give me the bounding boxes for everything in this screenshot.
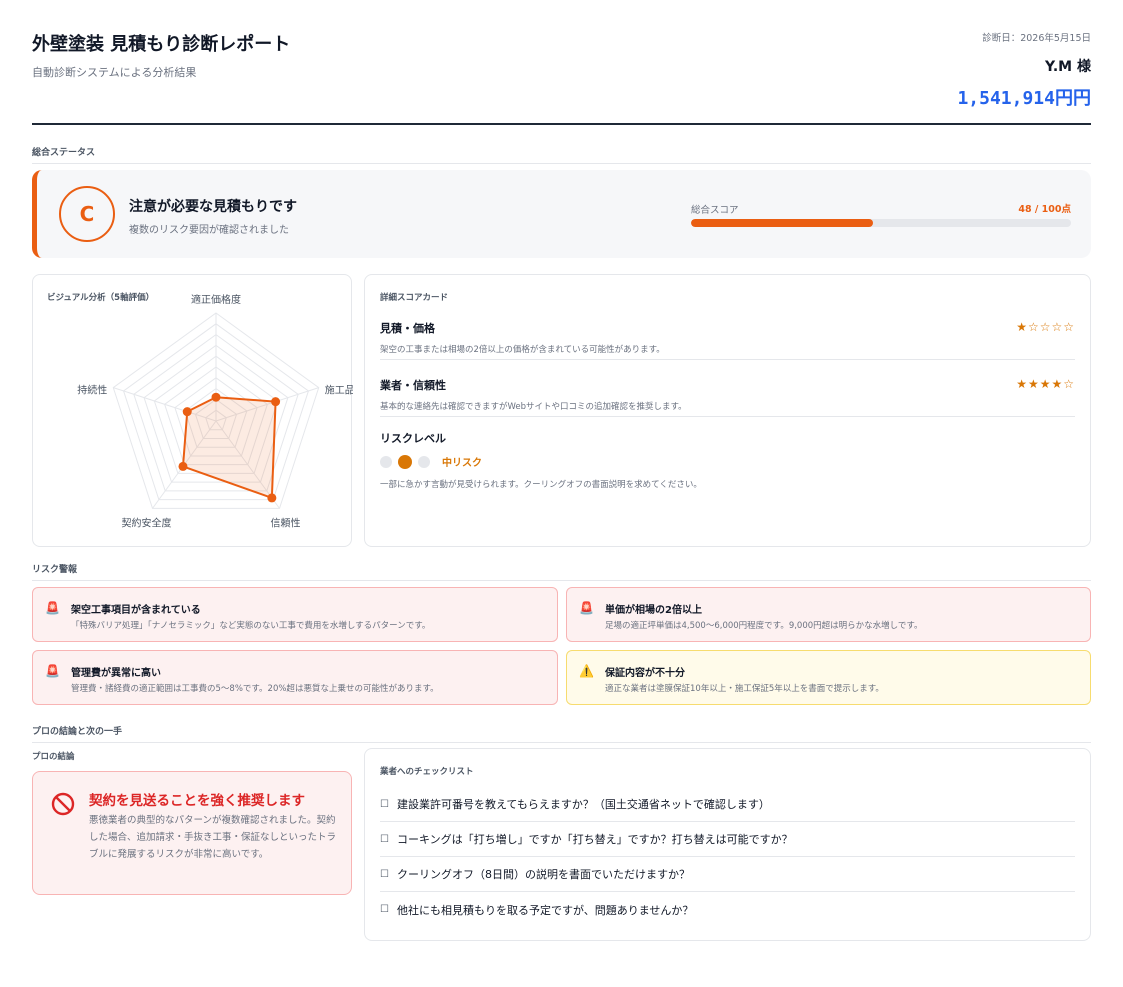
radar-data-point [271, 397, 281, 407]
risk-dot-low [380, 455, 392, 468]
alert-title: 管理費が異常に高い [71, 668, 161, 679]
risk-level-text: 中リスク [442, 458, 482, 469]
alert-card: 🚨 管理費が異常に高い 管理費・諸経費の適正範囲は工事費の5〜8%です。20%超… [32, 650, 558, 705]
radar-chart: 適正価格度施工品質信頼性 契約安全度 持続性 [77, 293, 353, 529]
header-meta: 診断日：2026年5月15日 Y.M 様 1,541,914円円 [957, 30, 1091, 110]
checklist-item[interactable]: ☐ 他社にも相見積もりを取る予定ですが、問題ありませんか？ [380, 892, 1075, 927]
siren-icon: 🚨 [45, 601, 60, 615]
report-subtitle: 自動診断システムによる分析結果 [32, 66, 197, 79]
score-progress-bar [691, 219, 1071, 227]
section-label-risks: リスク警報 [32, 562, 1091, 581]
score-card-title: 詳細スコアカード [380, 293, 449, 303]
status-subtitle: 複数のリスク要因が確認されました [129, 225, 289, 236]
alert-title: 単価が相場の2倍以上 [605, 605, 702, 616]
score-row-price: 見積・価格 ★☆☆☆☆ 架空の工事または相場の2倍以上の価格が含まれている可能性… [380, 303, 1075, 360]
checklist-item-text: コーキングは「打ち増し」ですか「打ち替え」ですか？打ち替えは可能ですか？ [396, 833, 793, 846]
alert-desc: 「特殊バリア処理」「ナノセラミック」など実態のない工事で費用を水増しするパターン… [71, 621, 431, 631]
radar-data-point [211, 392, 221, 402]
client-name: Y.M 様 [1045, 59, 1091, 75]
risk-level-block: リスクレベル 中リスク 一部に急かす言動が見受けられます。クーリングオフの書面説… [380, 417, 1075, 490]
star-rating: ★★★★☆ [1016, 377, 1075, 391]
radar-data-area [181, 396, 277, 500]
score-row-desc: 架空の工事または相場の2倍以上の価格が含まれている可能性があります。 [380, 345, 665, 355]
checklist-item[interactable]: ☐ コーキングは「打ち増し」ですか「打ち替え」ですか？打ち替えは可能ですか？ [380, 822, 1075, 857]
star-rating: ★☆☆☆☆ [1016, 320, 1075, 334]
report-title: 外壁塗装 見積もり診断レポート [32, 34, 291, 55]
score-row-desc: 基本的な連絡先は確認できますがWebサイトや口コミの追加確認を推奨します。 [380, 402, 687, 412]
alert-card: 🚨 架空工事項目が含まれている 「特殊バリア処理」「ナノセラミック」など実態のな… [32, 587, 558, 642]
radar-chart-card: 適正価格度施工品質信頼性 契約安全度 持続性 ビジュアル分析（5軸評価） [32, 274, 353, 547]
section-label-conclusion: プロの結論と次の一手 [32, 724, 1091, 743]
score-row-name: 業者・信頼性 [380, 379, 446, 392]
radar-data-point [182, 407, 192, 417]
radar-title: ビジュアル分析（5軸評価） [47, 293, 155, 303]
grade-badge: C [59, 186, 115, 242]
checkbox-icon[interactable]: ☐ [380, 799, 389, 810]
risk-dot-medium [398, 454, 412, 469]
verdict-card: 契約を見送ることを強く推奨します 悪徳業者の典型的なパターンが複数確認されました… [32, 771, 352, 895]
alert-card: 🚨 単価が相場の2倍以上 足場の適正坪単価は4,500〜6,000円程度です。9… [566, 587, 1091, 642]
alert-desc: 管理費・諸経費の適正範囲は工事費の5〜8%です。20%超は悪質な上乗せの可能性が… [71, 684, 439, 694]
checklist-item[interactable]: ☐ 建設業許可番号を教えてもらえますか？（国土交通省ネットで確認します） [380, 787, 1075, 822]
alert-title: 保証内容が不十分 [605, 668, 685, 679]
checklist-card: 業者へのチェックリスト ☐ 建設業許可番号を教えてもらえますか？（国土交通省ネッ… [364, 748, 1091, 941]
checkbox-icon[interactable]: ☐ [380, 904, 389, 915]
checkbox-icon[interactable]: ☐ [380, 834, 389, 845]
radar-axis-label: 持続性 [77, 384, 107, 397]
warning-icon: ⚠️ [579, 664, 594, 678]
alert-card-warning: ⚠️ 保証内容が不十分 適正な業者は塗膜保証10年以上・施工保証5年以上を書面で… [566, 650, 1091, 705]
score-detail-card: 詳細スコアカード 見積・価格 ★☆☆☆☆ 架空の工事または相場の2倍以上の価格が… [364, 274, 1091, 547]
score-label: 総合スコア [691, 205, 739, 216]
score-progress-fill [691, 219, 874, 227]
checklist-item[interactable]: ☐ クーリングオフ（8日間）の説明を書面でいただけますか？ [380, 857, 1075, 892]
radar-axis-label: 信頼性 [270, 516, 300, 529]
verdict-text: 悪徳業者の典型的なパターンが複数確認されました。契約した場合、追加請求・手抜き工… [89, 815, 337, 860]
radar-axis-label: 施工品質 [325, 384, 353, 397]
checklist-item-text: 建設業許可番号を教えてもらえますか？（国土交通省ネットで確認します） [396, 798, 770, 811]
risk-dot-high [418, 455, 430, 468]
siren-icon: 🚨 [45, 664, 60, 678]
radar-data-point [178, 461, 188, 471]
score-value: 48 / 100点 [1018, 204, 1071, 215]
risk-level-label: リスクレベル [380, 432, 446, 445]
siren-icon: 🚨 [579, 601, 594, 615]
diagnosis-date: 診断日：2026年5月15日 [982, 33, 1091, 44]
estimate-amount: 1,541,914円円 [957, 88, 1091, 109]
status-card: C 注意が必要な見積もりです 複数のリスク要因が確認されました 総合スコア 48… [32, 170, 1091, 258]
status-title: 注意が必要な見積もりです [129, 199, 297, 215]
radar-axis-label: 契約安全度 [122, 516, 172, 529]
score-row-reliability: 業者・信頼性 ★★★★☆ 基本的な連絡先は確認できますがWebサイトや口コミの追… [380, 360, 1075, 417]
verdict-title: 契約を見送ることを強く推奨します [89, 793, 305, 809]
checklist: ☐ 建設業許可番号を教えてもらえますか？（国土交通省ネットで確認します） ☐ コ… [380, 787, 1075, 927]
alert-desc: 適正な業者は塗膜保証10年以上・施工保証5年以上を書面で提示します。 [605, 684, 884, 694]
checkbox-icon[interactable]: ☐ [380, 869, 389, 880]
radar-data-point [267, 493, 277, 503]
section-label-status: 総合ステータス [32, 145, 1091, 164]
checklist-item-text: 他社にも相見積もりを取る予定ですが、問題ありませんか？ [396, 903, 694, 917]
radar-axis-label: 適正価格度 [191, 293, 241, 306]
alert-title: 架空工事項目が含まれている [71, 605, 201, 616]
score-row-name: 見積・価格 [380, 322, 435, 335]
checklist-item-text: クーリングオフ（8日間）の説明を書面でいただけますか？ [396, 868, 690, 881]
verdict-label: プロの結論 [32, 752, 75, 762]
risk-level-desc: 一部に急かす言動が見受けられます。クーリングオフの書面説明を求めてください。 [380, 480, 702, 490]
prohibited-icon [51, 792, 75, 816]
alert-desc: 足場の適正坪単価は4,500〜6,000円程度です。9,000円超は明らかな水増… [605, 621, 923, 631]
report-header: 外壁塗装 見積もり診断レポート 自動診断システムによる分析結果 診断日：2026… [32, 30, 1091, 125]
checklist-title: 業者へのチェックリスト [380, 767, 474, 777]
risk-level-indicator: 中リスク [380, 454, 1075, 469]
